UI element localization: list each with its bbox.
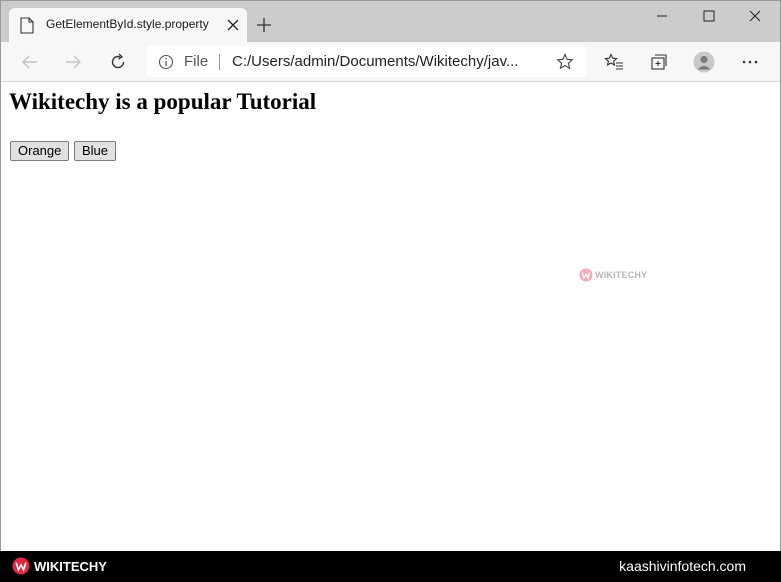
forward-arrow-icon bbox=[66, 55, 81, 69]
minimize-button[interactable] bbox=[639, 1, 685, 31]
footer-logo: WIKITECHY bbox=[12, 557, 107, 575]
url-text[interactable]: C:/Users/admin/Documents/Wikitechy/jav..… bbox=[232, 53, 554, 70]
plus-icon[interactable] bbox=[256, 17, 272, 33]
minimize-icon bbox=[657, 15, 667, 17]
watermark-text: WIKITECHY bbox=[595, 270, 648, 280]
wikitechy-logo-icon bbox=[12, 557, 30, 575]
tab-title: GetElementById.style.property bbox=[46, 17, 209, 31]
collections-button[interactable] bbox=[648, 51, 670, 73]
address-divider bbox=[219, 54, 220, 70]
favorites-button[interactable] bbox=[603, 51, 625, 73]
blue-button[interactable]: Blue bbox=[74, 141, 117, 161]
info-icon[interactable] bbox=[158, 54, 174, 70]
profile-icon bbox=[693, 51, 715, 73]
forward-button[interactable] bbox=[62, 51, 84, 73]
page-content: Wikitechy is a popular Tutorial Orange B… bbox=[1, 82, 780, 552]
page-icon bbox=[20, 17, 34, 34]
page-heading: Wikitechy is a popular Tutorial bbox=[9, 89, 317, 114]
footer-site: kaashivinfotech.com bbox=[619, 558, 746, 574]
star-icon[interactable] bbox=[556, 53, 574, 71]
close-window-icon bbox=[749, 10, 761, 22]
refresh-button[interactable] bbox=[107, 51, 129, 73]
tab-strip: GetElementById.style.property bbox=[1, 1, 780, 42]
back-arrow-icon bbox=[22, 55, 37, 69]
collections-icon bbox=[651, 54, 667, 70]
browser-toolbar: File C:/Users/admin/Documents/Wikitechy/… bbox=[1, 42, 780, 82]
url-scheme: File bbox=[184, 53, 209, 70]
close-window-button[interactable] bbox=[732, 1, 778, 31]
favorites-icon bbox=[604, 53, 623, 70]
browser-window: GetElementById.style.property File C:/Us… bbox=[0, 0, 781, 552]
wikitechy-logo-icon bbox=[579, 268, 593, 282]
profile-button[interactable] bbox=[693, 51, 715, 73]
maximize-button[interactable] bbox=[686, 1, 732, 31]
address-bar[interactable]: File C:/Users/admin/Documents/Wikitechy/… bbox=[146, 46, 586, 77]
close-icon[interactable] bbox=[227, 19, 239, 31]
back-button[interactable] bbox=[19, 51, 41, 73]
refresh-icon bbox=[111, 53, 125, 69]
maximize-icon bbox=[703, 10, 715, 22]
more-icon bbox=[742, 60, 758, 64]
footer-brand: WIKITECHY bbox=[34, 558, 107, 574]
tab-active[interactable]: GetElementById.style.property bbox=[9, 8, 247, 42]
watermark: WIKITECHY bbox=[579, 268, 647, 282]
footer-banner: WIKITECHY kaashivinfotech.com bbox=[0, 551, 781, 582]
more-button[interactable] bbox=[739, 51, 761, 73]
orange-button[interactable]: Orange bbox=[10, 141, 70, 161]
